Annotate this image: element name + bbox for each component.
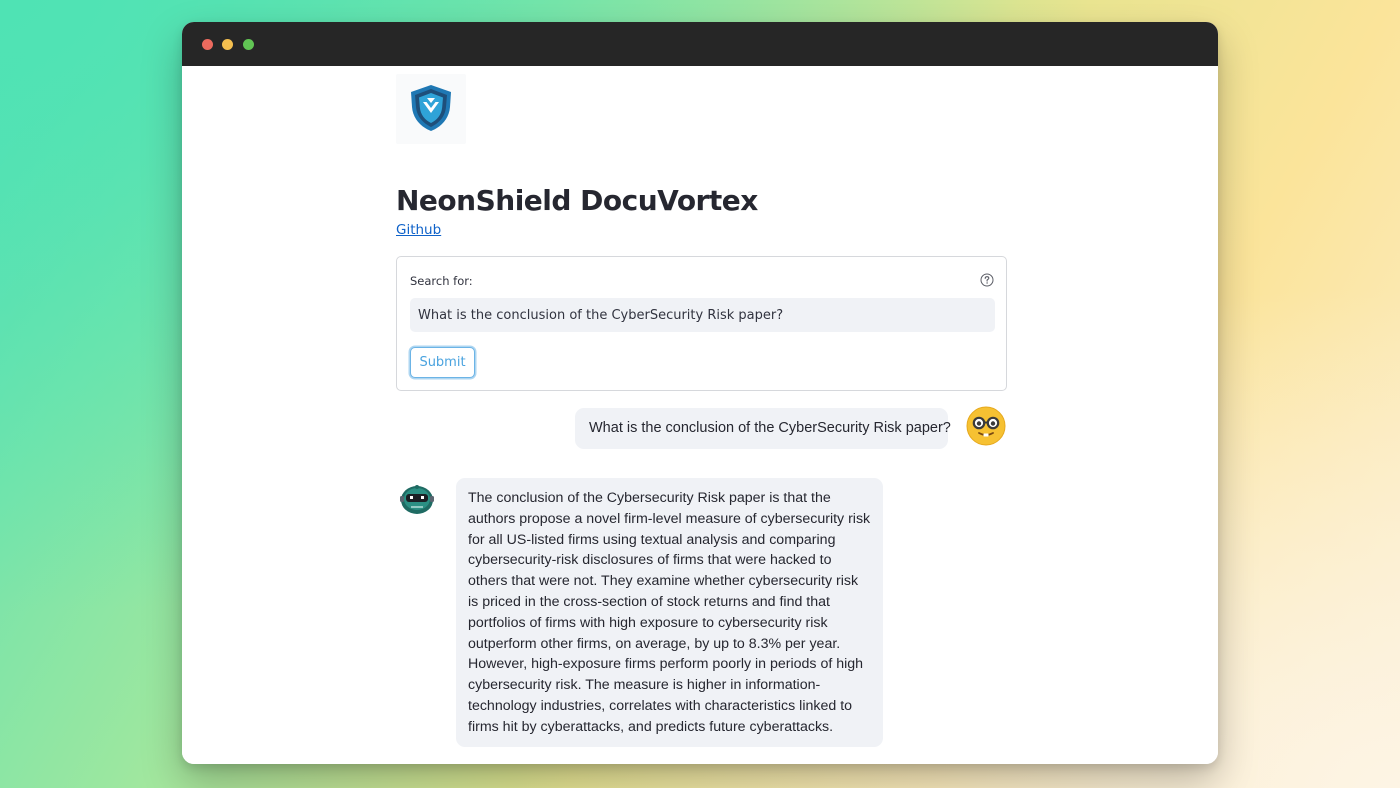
submit-button[interactable]: Submit [410, 347, 475, 378]
user-message-bubble: What is the conclusion of the CyberSecur… [575, 408, 951, 449]
browser-window: NeonShield DocuVortex Github Search for:… [182, 22, 1218, 764]
shield-logo-icon [411, 85, 451, 131]
maximize-window-button[interactable] [243, 39, 254, 50]
question-circle-icon[interactable] [980, 273, 994, 287]
page-title: NeonShield DocuVortex [396, 184, 758, 217]
nerd-face-emoji-icon [966, 406, 1006, 446]
robot-face-icon [400, 485, 434, 514]
github-link[interactable]: Github [396, 222, 441, 238]
search-input[interactable] [410, 298, 995, 332]
minimize-window-button[interactable] [222, 39, 233, 50]
search-label: Search for: [410, 274, 473, 288]
app-logo [396, 74, 466, 144]
app-content: NeonShield DocuVortex Github Search for:… [182, 66, 1218, 764]
assistant-message-bubble: The conclusion of the Cybersecurity Risk… [456, 478, 883, 747]
close-window-button[interactable] [202, 39, 213, 50]
search-form: Search for: Submit [396, 256, 1007, 391]
window-titlebar [182, 22, 1218, 66]
